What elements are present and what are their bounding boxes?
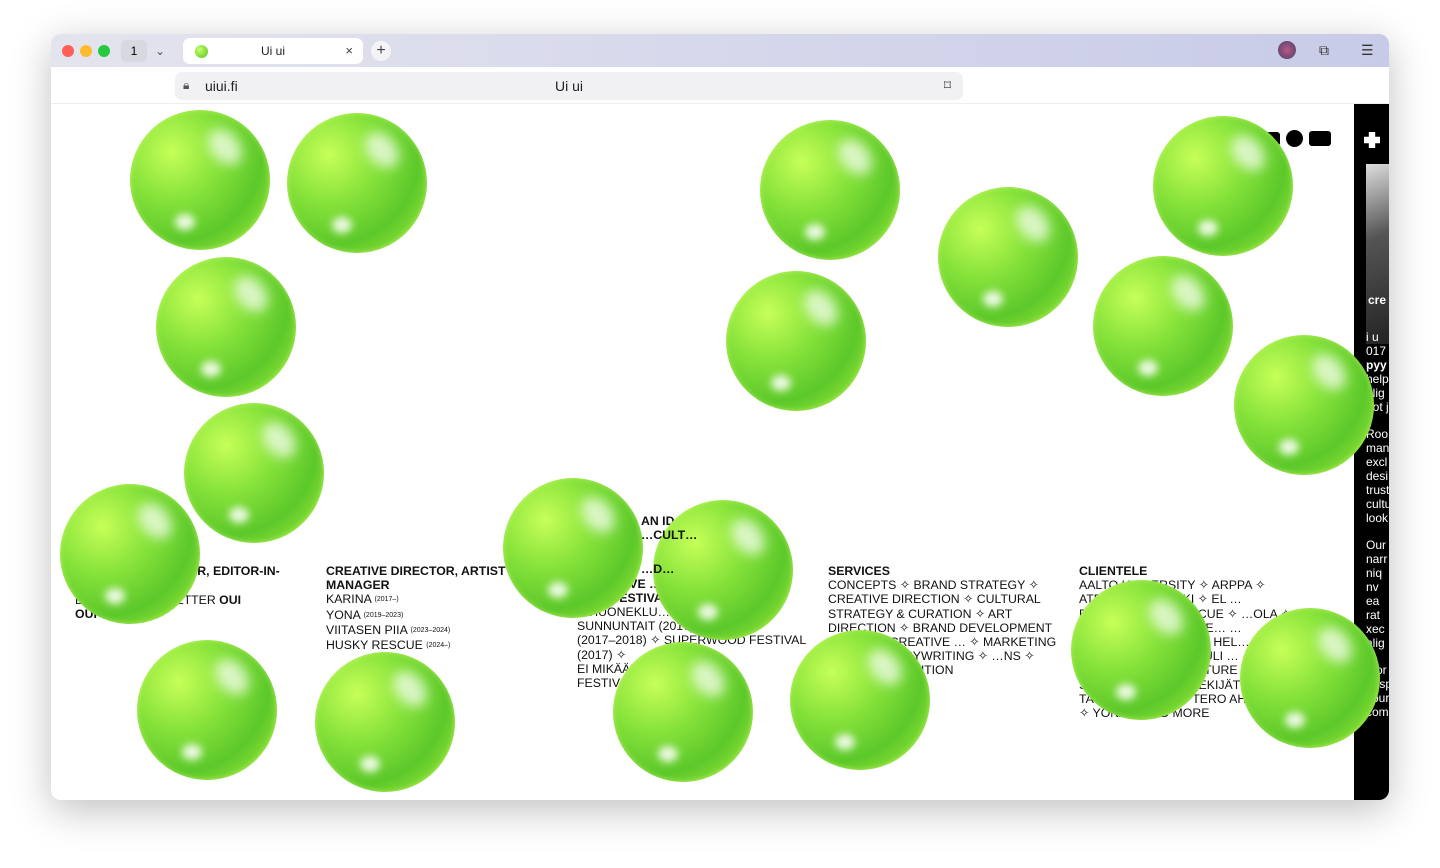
tabs-overview-icon[interactable]: ⧉ [1319, 42, 1329, 59]
green-bubble[interactable] [130, 110, 270, 250]
chevron-down-icon[interactable]: ⌄ [155, 40, 165, 62]
column-heading: CLIENTELE [1079, 564, 1148, 578]
artist-item: VIITASEN PIIA (2023–2024) [326, 622, 451, 637]
page-title: Ui ui [554, 78, 583, 94]
green-bubble[interactable] [613, 642, 753, 782]
side-text: trust [1366, 483, 1389, 497]
new-tab-button[interactable]: + [371, 41, 391, 61]
tab-uiui[interactable]: Ui ui × [183, 38, 363, 64]
plus-icon[interactable] [1364, 132, 1380, 148]
maximize-window-button[interactable] [98, 45, 110, 57]
green-bubble[interactable] [1071, 580, 1211, 720]
url-text: uiui.fi [205, 78, 238, 94]
green-bubble[interactable] [790, 630, 930, 770]
side-text: cultu [1366, 497, 1389, 511]
side-text: i u [1366, 330, 1379, 344]
green-bubble[interactable] [1153, 116, 1293, 256]
close-tab-icon[interactable]: × [345, 43, 353, 58]
toolbar: 🔒︎ uiui.fi Ui ui ⌑ [51, 67, 1389, 104]
minimize-window-button[interactable] [80, 45, 92, 57]
newsletter-link[interactable]: oui [219, 593, 241, 607]
portrait-photo [1366, 164, 1389, 344]
side-text: Our [1366, 538, 1387, 552]
green-bubble[interactable] [184, 403, 324, 543]
tab-title: Ui ui [260, 44, 285, 58]
side-text: 017 [1366, 344, 1387, 358]
profile-avatar[interactable] [1278, 41, 1296, 59]
side-text: nv [1366, 580, 1379, 594]
address-bar[interactable]: 🔒︎ uiui.fi Ui ui ⌑ [175, 72, 963, 100]
column-heading: SERVICES [828, 564, 890, 578]
green-bubble[interactable] [726, 271, 866, 411]
green-bubble[interactable] [1234, 335, 1374, 475]
title-bar: 1 ⌄ Ui ui × + ⧉ ☰ [51, 34, 1389, 67]
column-heading: …D… [641, 562, 675, 577]
side-text: man [1366, 441, 1389, 455]
side-text: excl [1366, 455, 1388, 469]
green-bubble[interactable] [503, 478, 643, 618]
rectangle-icon[interactable] [1309, 131, 1331, 147]
side-text: pyy [1366, 358, 1387, 372]
green-bubble[interactable] [60, 484, 200, 624]
artist-item: YONA (2019–2023) [326, 607, 404, 622]
green-bubble[interactable] [653, 500, 793, 640]
green-bubble[interactable] [1240, 608, 1380, 748]
green-bubble[interactable] [760, 120, 900, 260]
side-text: xec [1366, 622, 1385, 636]
artist-item: HUSKY RESCUE (2024–) [326, 638, 451, 653]
sidebar-menu-icon[interactable]: ☰ [1361, 42, 1374, 59]
bookmark-icon[interactable]: ⌑ [944, 77, 951, 94]
side-text: ea [1366, 594, 1380, 608]
side-text: cre [1368, 293, 1387, 307]
green-bubble[interactable] [315, 652, 455, 792]
circle-icon[interactable] [1286, 130, 1303, 148]
green-bubble[interactable] [1093, 256, 1233, 396]
column-heading: …CULT… [641, 528, 698, 543]
green-bubble[interactable] [137, 640, 277, 780]
side-text: narr [1366, 552, 1388, 566]
page-content: …R, EDITOR-IN- E… …ED NEWSLETTER oui oui… [51, 104, 1389, 800]
side-text: look [1366, 511, 1389, 525]
lock-icon: 🔒︎ [183, 78, 190, 92]
green-bubble[interactable] [287, 113, 427, 253]
green-bubble[interactable] [156, 257, 296, 397]
green-bubble[interactable] [938, 187, 1078, 327]
side-text: desi [1366, 469, 1389, 483]
tab-count-button[interactable]: 1 [121, 40, 147, 62]
side-text: rat [1366, 608, 1381, 622]
browser-window: 1 ⌄ Ui ui × + ⧉ ☰ 🔒︎ uiui.fi Ui ui ⌑ …R,… [51, 34, 1389, 800]
side-text: niq [1366, 566, 1383, 580]
close-window-button[interactable] [62, 45, 74, 57]
